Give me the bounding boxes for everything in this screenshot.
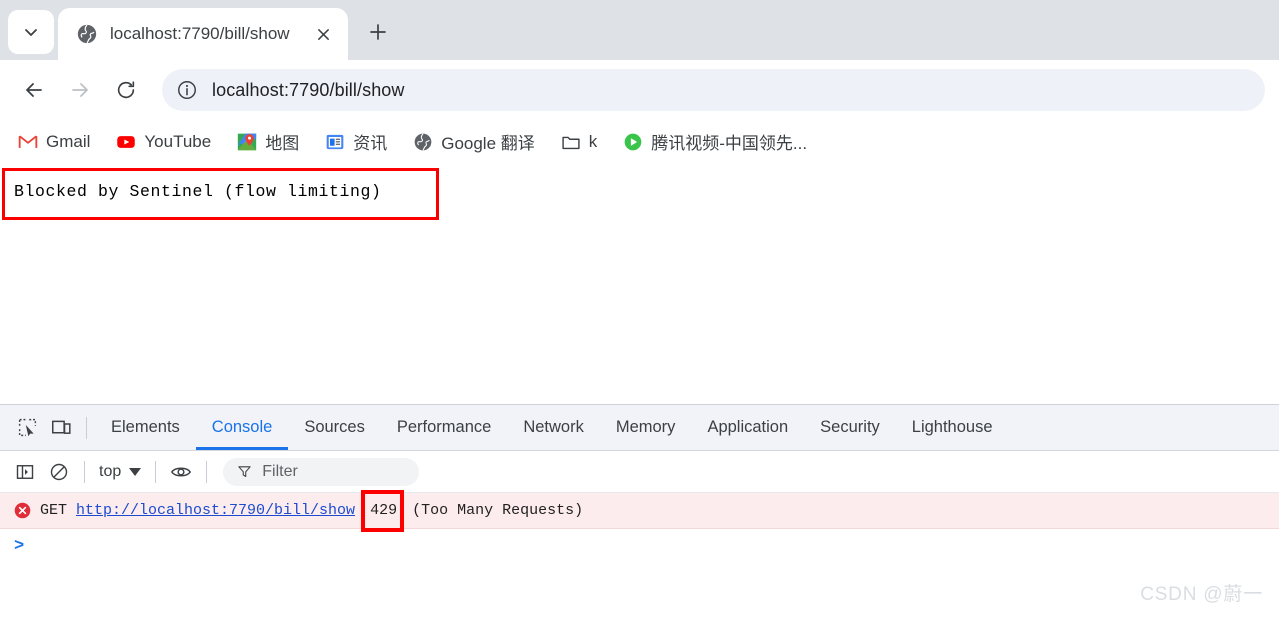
tab-network[interactable]: Network [507, 405, 600, 450]
browser-window: localhost:7790/bill/show localhost:7790/… [0, 0, 1279, 622]
prompt-chevron-icon: > [14, 536, 25, 556]
tab-security[interactable]: Security [804, 405, 896, 450]
bookmark-news[interactable]: 资讯 [323, 127, 389, 157]
forward-button[interactable] [60, 70, 100, 110]
reload-button[interactable] [106, 70, 146, 110]
chevron-down-icon [25, 29, 37, 36]
request-url-link[interactable]: http://localhost:7790/bill/show [76, 502, 355, 519]
bookmark-label: 地图 [265, 134, 300, 153]
tab-memory[interactable]: Memory [600, 405, 692, 450]
console-input-prompt[interactable]: > [0, 529, 1279, 563]
error-icon [14, 502, 31, 519]
bookmark-gmail[interactable]: Gmail [16, 127, 92, 157]
gmail-icon [18, 134, 38, 148]
console-sidebar-icon [16, 464, 34, 479]
devtools-panel: Elements Console Sources Performance Net… [0, 404, 1279, 622]
annotation-box-status-code [361, 490, 404, 532]
toolbar-divider [206, 460, 208, 483]
globe-icon [77, 24, 97, 44]
console-message-row[interactable]: GET http://localhost:7790/bill/show 429 … [0, 490, 1279, 532]
tab-sources[interactable]: Sources [288, 405, 381, 450]
tab-application[interactable]: Application [691, 405, 804, 450]
response-status-text: (Too Many Requests) [412, 502, 584, 519]
tencent-video-icon [624, 133, 642, 150]
toolbar-divider [86, 416, 87, 439]
bookmark-label: 资讯 [353, 134, 388, 153]
arrow-right-icon [72, 83, 88, 97]
google-news-icon [326, 134, 344, 149]
bookmark-google-translate[interactable]: Google 翻译 [411, 127, 537, 157]
bookmark-folder-k[interactable]: k [559, 127, 600, 157]
inspect-element-button[interactable] [10, 411, 44, 445]
page-viewport: Blocked by Sentinel (flow limiting) [0, 164, 1279, 382]
bookmark-tencent-video[interactable]: 腾讯视频-中国领先... [621, 127, 809, 157]
device-toolbar-button[interactable] [44, 411, 78, 445]
execution-context-selector[interactable]: top [93, 463, 147, 481]
devtools-tab-bar: Elements Console Sources Performance Net… [0, 405, 1279, 451]
tab-search-button[interactable] [8, 10, 54, 54]
chevron-down-icon [129, 467, 142, 476]
request-method: GET [40, 502, 68, 519]
console-sidebar-button[interactable] [8, 455, 42, 489]
folder-icon [562, 136, 580, 149]
watermark: CSDN @蔚一 [1140, 584, 1263, 605]
page-body-text: Blocked by Sentinel (flow limiting) [14, 182, 382, 201]
info-circle-icon[interactable] [176, 79, 198, 101]
tab-strip: localhost:7790/bill/show [0, 0, 1279, 60]
inspect-element-icon [18, 418, 36, 437]
new-tab-button[interactable] [358, 12, 398, 52]
device-toolbar-icon [51, 420, 71, 434]
arrow-left-icon [26, 83, 42, 97]
console-toolbar: top Filter [0, 451, 1279, 493]
plus-icon [370, 24, 386, 40]
execution-context-label: top [99, 462, 122, 480]
clear-console-button[interactable] [42, 455, 76, 489]
tab-lighthouse[interactable]: Lighthouse [896, 405, 1009, 450]
console-filter-input[interactable]: Filter [223, 457, 420, 486]
tab-performance[interactable]: Performance [381, 405, 507, 450]
bookmark-label: Gmail [46, 131, 91, 151]
live-expression-button[interactable] [164, 455, 198, 489]
tab-console[interactable]: Console [196, 405, 289, 450]
bookmark-youtube[interactable]: YouTube [114, 127, 213, 157]
browser-toolbar: localhost:7790/bill/show [0, 60, 1279, 120]
console-filter-placeholder: Filter [262, 462, 298, 480]
address-bar[interactable]: localhost:7790/bill/show [162, 69, 1265, 111]
toolbar-divider [155, 460, 157, 483]
live-expression-icon [171, 466, 192, 477]
back-button[interactable] [14, 70, 54, 110]
google-maps-icon [238, 133, 257, 150]
bookmark-label: k [588, 131, 598, 151]
globe-icon [414, 132, 432, 151]
address-bar-url: localhost:7790/bill/show [212, 79, 405, 100]
bookmark-label: 腾讯视频-中国领先... [651, 134, 808, 153]
bookmark-maps[interactable]: 地图 [235, 127, 301, 157]
reload-icon [117, 81, 135, 99]
bookmarks-bar: Gmail YouTube 地图 资讯 Google 翻译 k 腾讯视频-中国领… [0, 120, 1279, 164]
browser-tab[interactable]: localhost:7790/bill/show [58, 8, 348, 60]
tab-elements[interactable]: Elements [95, 405, 196, 450]
bookmark-label: Google 翻译 [441, 134, 535, 153]
filter-icon [238, 466, 251, 478]
bookmark-label: YouTube [144, 131, 212, 151]
tab-title: localhost:7790/bill/show [110, 24, 290, 43]
close-icon[interactable] [310, 21, 336, 47]
clear-console-icon [50, 463, 68, 480]
youtube-icon [117, 135, 136, 148]
toolbar-divider [84, 460, 85, 483]
